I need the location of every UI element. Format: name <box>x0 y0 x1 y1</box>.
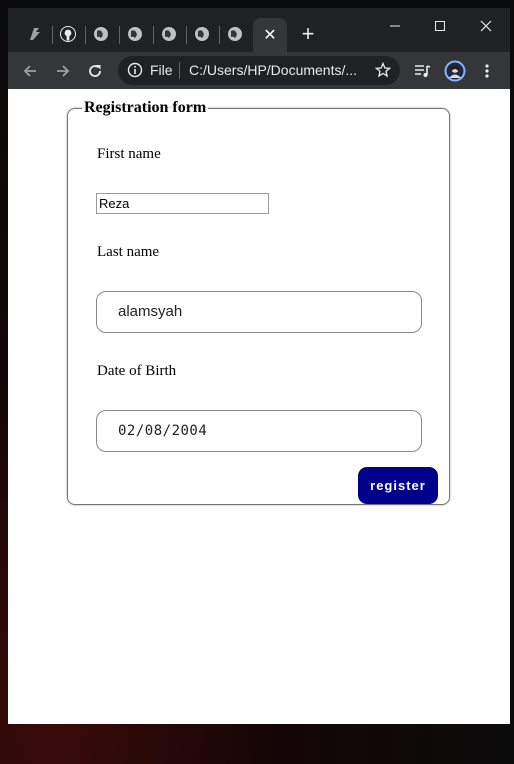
info-icon[interactable] <box>127 62 143 78</box>
browser-window: ✕ + File C:/Users/HP/Documents/... Regis… <box>8 8 510 724</box>
tab-separator <box>153 26 154 44</box>
back-arrow-icon <box>23 65 36 77</box>
menu-button[interactable] <box>474 58 500 84</box>
form-legend: Registration form <box>84 99 207 116</box>
first-name-label: First name <box>97 146 161 162</box>
media-control-button[interactable] <box>410 58 436 84</box>
new-tab-button[interactable]: + <box>296 22 320 46</box>
reload-button[interactable] <box>82 58 108 84</box>
forward-arrow-icon <box>57 65 70 77</box>
omnibox-divider <box>179 62 180 79</box>
forward-button[interactable] <box>50 58 76 84</box>
minimize-button[interactable] <box>372 12 418 40</box>
minimize-icon <box>390 25 400 27</box>
register-button[interactable]: register <box>358 467 438 504</box>
registration-form: Registration form First name Reza Last n… <box>67 99 450 505</box>
tab-separator <box>219 26 220 44</box>
tab-separator <box>186 26 187 44</box>
close-icon <box>480 20 492 32</box>
profile-avatar[interactable] <box>442 58 468 84</box>
github-favicon-icon[interactable] <box>59 25 77 43</box>
dob-label: Date of Birth <box>97 363 177 379</box>
close-window-button[interactable] <box>463 12 509 40</box>
page-content: Registration form First name Reza Last n… <box>8 89 510 724</box>
globe-favicon-icon[interactable] <box>193 25 211 43</box>
back-button[interactable] <box>17 58 43 84</box>
tab-separator <box>52 26 53 44</box>
scheme-label: File <box>150 62 173 78</box>
last-name-label: Last name <box>97 244 160 260</box>
playlist-icon <box>415 65 431 77</box>
maximize-icon <box>435 21 445 31</box>
maximize-button[interactable] <box>417 12 463 40</box>
address-bar[interactable]: File C:/Users/HP/Documents/... <box>118 56 400 85</box>
dob-date-input[interactable]: 02/08/2004 <box>96 410 422 452</box>
tab-separator <box>85 26 86 44</box>
tab-separator <box>119 26 120 44</box>
browser-toolbar: File C:/Users/HP/Documents/... <box>8 52 510 89</box>
bookmark-star-icon[interactable] <box>374 61 392 79</box>
avatar-icon <box>444 60 466 82</box>
reload-icon <box>89 65 101 77</box>
url-text[interactable]: C:/Users/HP/Documents/... <box>189 62 357 79</box>
kebab-menu-icon <box>485 64 489 78</box>
first-name-input[interactable]: Reza <box>96 193 269 214</box>
globe-favicon-icon[interactable] <box>92 25 110 43</box>
last-name-input[interactable]: alamsyah <box>96 291 422 333</box>
app-favicon-icon[interactable] <box>26 25 44 43</box>
tab-strip: ✕ + <box>8 8 510 52</box>
active-tab[interactable]: ✕ <box>253 18 287 52</box>
tab-close-icon[interactable]: ✕ <box>263 25 276 45</box>
globe-favicon-icon[interactable] <box>126 25 144 43</box>
globe-favicon-icon[interactable] <box>160 25 178 43</box>
globe-favicon-icon[interactable] <box>226 25 244 43</box>
